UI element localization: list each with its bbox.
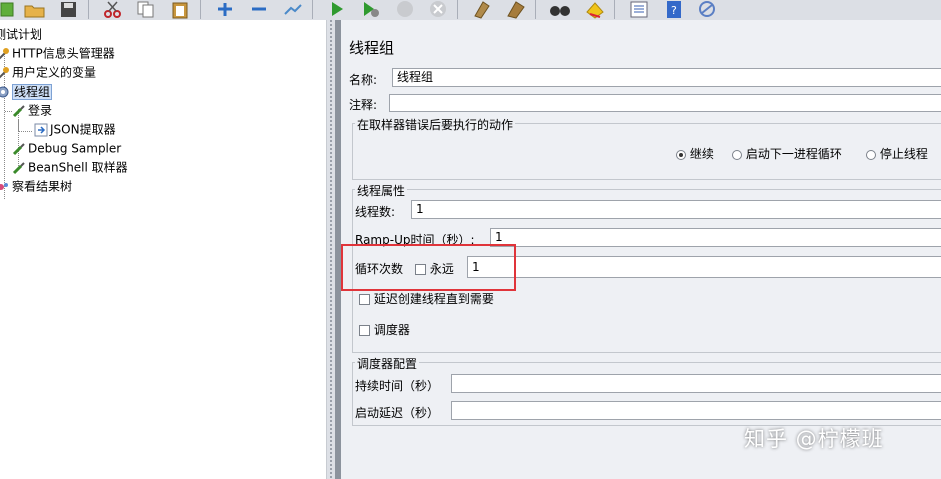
radio-stop-thread[interactable]: 停止线程 (866, 145, 928, 162)
scheduler-config-title: 调度器配置 (355, 355, 420, 372)
thread-count-label: 线程数: (355, 205, 396, 219)
name-field[interactable]: 线程组 (392, 68, 941, 87)
cut-icon[interactable] (100, 0, 126, 19)
tree-item-json-extractor[interactable]: JSON提取器 (34, 120, 116, 138)
comment-field[interactable] (389, 94, 941, 112)
expand-icon[interactable] (212, 0, 238, 19)
tree-item-beanshell-sampler[interactable]: BeanShell 取样器 (12, 158, 128, 176)
radio-continue[interactable]: 继续 (676, 145, 714, 162)
highlight-box (341, 244, 516, 291)
tree-item-label: 用户定义的变量 (12, 65, 97, 80)
clear-all-icon[interactable] (503, 0, 529, 19)
tree-root-label: 测试计划 (0, 27, 43, 42)
remote-icon[interactable] (694, 0, 720, 19)
tree-item-label: JSON提取器 (50, 122, 116, 137)
error-action-group-title: 在取样器错误后要执行的动作 (355, 116, 516, 133)
radio-start-next-loop[interactable]: 启动下一进程循环 (732, 145, 842, 162)
tree-item-thread-group[interactable]: 线程组 (0, 82, 53, 100)
start-icon[interactable] (324, 0, 350, 19)
tree-item-label: 线程组 (12, 83, 53, 100)
collapse-icon[interactable] (246, 0, 272, 19)
tree-item-debug-sampler[interactable]: Debug Sampler (12, 139, 121, 157)
radio-dot (732, 149, 742, 160)
toolbar-separator (200, 0, 201, 19)
pipette-icon (12, 161, 25, 174)
arrow-icon (34, 123, 48, 136)
delay-checkbox-box (359, 294, 370, 305)
tree-line (19, 131, 33, 132)
toolbar-separator (457, 0, 458, 19)
loop-count-field[interactable]: 1 (467, 256, 941, 278)
delay-thread-creation-checkbox[interactable]: 延迟创建线程直到需要 (359, 290, 494, 307)
duration-label: 持续时间（秒） (355, 379, 440, 393)
startup-delay-label: 启动延迟（秒） (355, 406, 440, 420)
tree-item-label: BeanShell 取样器 (28, 160, 128, 175)
comment-label: 注释: (349, 98, 378, 112)
tree-item-login[interactable]: 登录 (12, 101, 52, 119)
wrench-icon (0, 47, 9, 59)
test-plan-tree: 测试计划 HTTP信息头管理器 用户定义的变量 线程组 登录 JSON提取器 D… (0, 20, 326, 479)
svg-text:?: ? (671, 4, 677, 17)
toggle-icon[interactable] (280, 0, 306, 19)
thread-count-field[interactable]: 1 (411, 200, 941, 219)
tree-item-user-variables[interactable]: 用户定义的变量 (0, 63, 96, 81)
radio-start-next-loop-label: 启动下一进程循环 (745, 147, 842, 161)
save-icon[interactable] (56, 0, 82, 19)
thread-properties-title: 线程属性 (355, 182, 408, 199)
startup-delay-field[interactable] (451, 401, 941, 420)
new-icon[interactable] (0, 0, 18, 19)
search-icon[interactable] (547, 0, 573, 19)
tree-result-icon (0, 182, 8, 190)
tree-item-label: Debug Sampler (28, 141, 122, 156)
tree-root[interactable]: 测试计划 (0, 25, 42, 43)
tree-item-label: 登录 (28, 103, 53, 118)
radio-dot (676, 149, 686, 160)
toolbar-separator (312, 0, 313, 19)
wrench-icon (0, 66, 9, 78)
reset-search-icon[interactable] (582, 0, 608, 19)
start-no-pause-icon[interactable] (358, 0, 384, 19)
toolbar: ? (0, 0, 941, 21)
scheduler-checkbox-box (359, 325, 370, 336)
tree-item-http-header-manager[interactable]: HTTP信息头管理器 (0, 44, 115, 62)
duration-field[interactable] (451, 374, 941, 393)
toolbar-separator (88, 0, 89, 19)
rampup-field[interactable]: 1 (490, 228, 941, 247)
radio-continue-label: 继续 (689, 147, 714, 161)
page-title: 线程组 (349, 39, 395, 57)
radio-stop-thread-label: 停止线程 (879, 147, 928, 161)
clear-icon[interactable] (469, 0, 495, 19)
gear-icon (0, 86, 9, 97)
scheduler-checkbox[interactable]: 调度器 (359, 321, 410, 338)
paste-icon[interactable] (168, 0, 194, 19)
help-icon[interactable]: ? (661, 0, 687, 19)
name-label: 名称: (349, 73, 378, 87)
pipette-icon (12, 104, 25, 117)
open-icon[interactable] (22, 0, 48, 19)
tree-item-label: HTTP信息头管理器 (12, 46, 115, 61)
watermark: 知乎 @柠檬班 (744, 427, 884, 451)
function-helper-icon[interactable] (626, 0, 652, 19)
tree-item-view-results-tree[interactable]: 察看结果树 (0, 177, 72, 195)
toolbar-separator (614, 0, 615, 19)
tree-item-label: 察看结果树 (12, 179, 73, 194)
stop-icon[interactable] (392, 0, 418, 19)
scheduler-label: 调度器 (373, 323, 410, 337)
copy-icon[interactable] (133, 0, 159, 19)
delay-thread-creation-label: 延迟创建线程直到需要 (373, 292, 494, 306)
radio-dot (866, 149, 876, 160)
shutdown-icon[interactable] (425, 0, 451, 19)
toolbar-separator (535, 0, 536, 19)
pipette-icon (12, 142, 25, 155)
